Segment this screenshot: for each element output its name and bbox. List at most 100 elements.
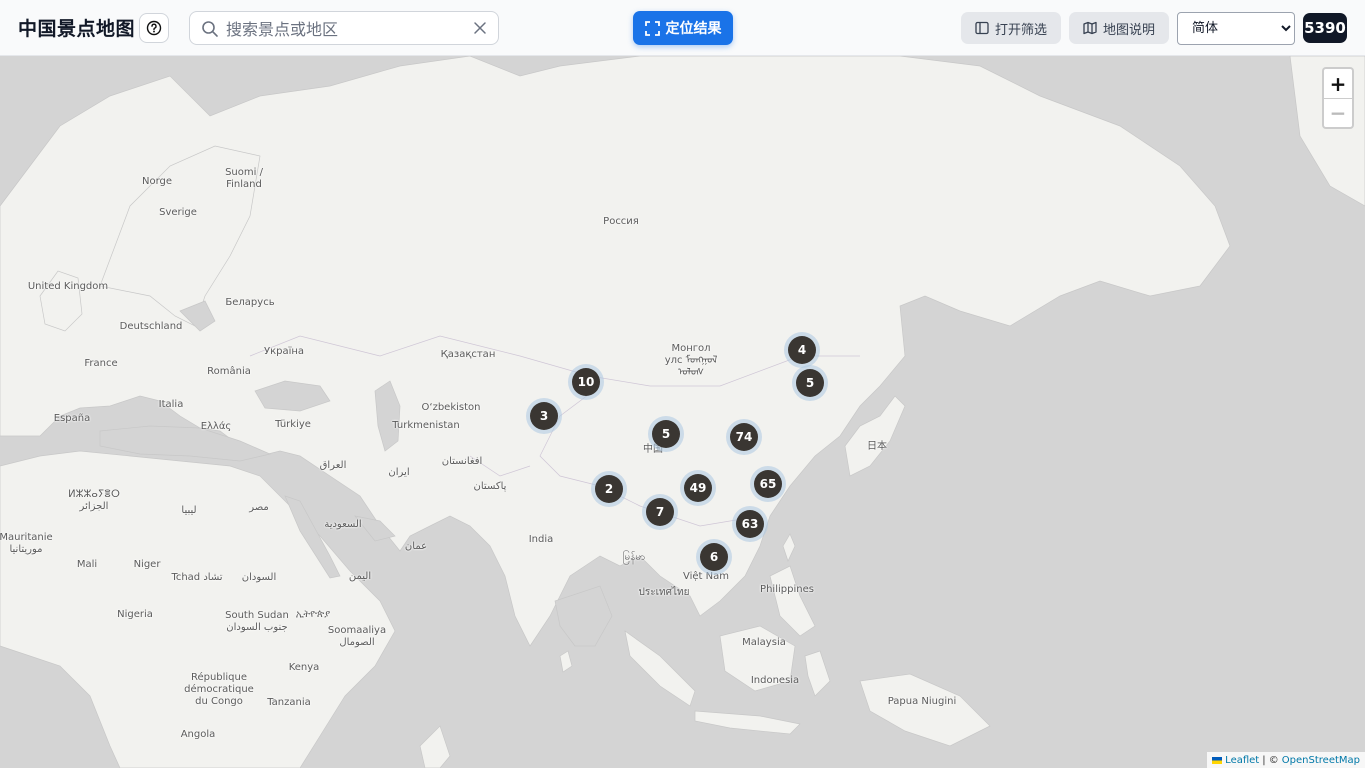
- place-label-ukraine: Україна: [263, 346, 305, 357]
- place-label-mauritanie: Mauritanie موريتانيا: [0, 532, 53, 555]
- place-label-turkmenistan: Turkmenistan: [392, 420, 460, 431]
- place-label-algeria: ⵍⵣⵣⴰⵢⴻⵔ الجزائر: [68, 489, 120, 512]
- place-label-ethiopia: ኢትዮጵያ: [295, 609, 331, 620]
- marker-cluster[interactable]: 5: [648, 416, 684, 452]
- map-icon: [1083, 21, 1097, 35]
- place-label-tchad: Tchad تشاد: [171, 572, 223, 583]
- app-title: 中国景点地图: [18, 18, 136, 40]
- leaflet-link[interactable]: Leaflet: [1225, 755, 1259, 766]
- place-label-deutschland: Deutschland: [119, 321, 183, 332]
- place-label-sverige: Sverige: [159, 207, 197, 218]
- zoom-in-button[interactable]: +: [1324, 69, 1352, 98]
- zoom-control: + −: [1322, 67, 1354, 129]
- cluster-count: 4: [788, 336, 816, 364]
- top-bar: 中国景点地图 定位结果 打开筛选: [0, 0, 1365, 56]
- cluster-count: 63: [736, 510, 764, 538]
- open-filter-button[interactable]: 打开筛选: [961, 12, 1061, 44]
- cluster-count: 10: [572, 368, 600, 396]
- map-view[interactable]: Norge Suomi / Finland Sverige Россия Uni…: [0, 56, 1365, 768]
- place-label-espana: España: [53, 413, 91, 424]
- cluster-count: 2: [595, 475, 623, 503]
- ukraine-flag-icon: [1212, 756, 1223, 764]
- place-label-uk: United Kingdom: [27, 281, 109, 292]
- place-label-kenya: Kenya: [288, 662, 320, 673]
- cluster-count: 49: [684, 474, 712, 502]
- map-attribution: Leaflet | © OpenStreetMap: [1207, 752, 1365, 768]
- place-label-oman: عمان: [404, 541, 428, 552]
- search-input[interactable]: [226, 17, 466, 41]
- marker-cluster[interactable]: 63: [732, 506, 768, 542]
- place-label-italia: Italia: [158, 399, 184, 410]
- place-label-yemen: اليمن: [348, 571, 372, 582]
- cluster-count: 74: [730, 423, 758, 451]
- attribution-separator: | ©: [1262, 754, 1279, 766]
- place-label-somalia: Soomaaliya الصومال: [327, 625, 387, 648]
- place-label-iraq: العراق: [319, 460, 347, 471]
- place-label-philippines: Philippines: [760, 584, 814, 595]
- question-circle-icon: [146, 20, 162, 36]
- map-base-layer: [0, 56, 1365, 768]
- cluster-count: 6: [700, 543, 728, 571]
- place-label-indonesia: Indonesia: [750, 675, 800, 686]
- cluster-count: 7: [646, 498, 674, 526]
- marker-cluster[interactable]: 49: [680, 470, 716, 506]
- place-label-iran: ایران: [388, 467, 410, 478]
- place-label-uzbekistan: O‘zbekiston: [421, 402, 481, 413]
- place-label-egypt: مصر: [249, 502, 269, 513]
- place-label-russia: Россия: [603, 216, 639, 227]
- place-label-suomi: Suomi / Finland: [225, 167, 263, 190]
- place-label-southsudan: South Sudan جنوب السودان: [225, 610, 289, 633]
- place-label-sudan: السودان: [241, 572, 277, 583]
- place-label-libya: ليبيا: [181, 505, 197, 516]
- place-label-afghanistan: افغانستان: [441, 456, 483, 467]
- place-label-pakistan: پاکستان: [473, 481, 507, 492]
- marker-cluster[interactable]: 4: [784, 332, 820, 368]
- locate-results-label: 定位结果: [665, 21, 722, 37]
- sidebar-panel-icon: [975, 21, 989, 35]
- place-label-france: France: [84, 358, 118, 369]
- place-label-png: Papua Niugini: [887, 696, 957, 707]
- cluster-count: 3: [530, 402, 558, 430]
- place-label-drc: République démocratique du Congo: [184, 672, 254, 707]
- marker-cluster[interactable]: 7: [642, 494, 678, 530]
- place-label-norge: Norge: [141, 176, 173, 187]
- help-button[interactable]: [139, 13, 169, 43]
- place-label-mongolia: Монгол улс ᠮᠣᠩᠭᠣᠯ ᠤᠯᠤᠰ: [664, 343, 718, 378]
- place-label-belarus: Беларусь: [225, 297, 275, 308]
- fit-bounds-icon: [644, 20, 660, 36]
- place-label-india: India: [528, 534, 554, 545]
- place-label-thailand: ประเทศไทย: [638, 587, 690, 598]
- place-label-angola: Angola: [180, 729, 216, 740]
- place-label-turkiye: Türkiye: [275, 419, 311, 430]
- marker-cluster[interactable]: 65: [750, 466, 786, 502]
- marker-cluster[interactable]: 10: [568, 364, 604, 400]
- place-label-myanmar: မြန်မာ: [622, 552, 646, 563]
- marker-cluster[interactable]: 6: [696, 539, 732, 575]
- marker-cluster[interactable]: 3: [526, 398, 562, 434]
- result-count-badge: 5390: [1303, 13, 1347, 43]
- place-label-hellas: Ελλάς: [200, 421, 232, 432]
- place-label-saudi: السعودية: [324, 519, 362, 530]
- marker-cluster[interactable]: 74: [726, 419, 762, 455]
- place-label-romania: România: [207, 366, 251, 377]
- cluster-count: 5: [796, 369, 824, 397]
- cluster-count: 65: [754, 470, 782, 498]
- marker-cluster[interactable]: 2: [591, 471, 627, 507]
- open-filter-label: 打开筛选: [994, 22, 1047, 38]
- place-label-nigeria: Nigeria: [117, 609, 153, 620]
- place-label-japan: 日本: [867, 441, 887, 452]
- place-label-malaysia: Malaysia: [742, 637, 786, 648]
- place-label-kazakhstan: Қазақстан: [440, 349, 496, 360]
- place-label-tanzania: Tanzania: [267, 697, 311, 708]
- search-icon: [202, 21, 218, 37]
- locate-results-button[interactable]: 定位结果: [633, 11, 733, 45]
- map-legend-button[interactable]: 地图说明: [1069, 12, 1169, 44]
- openstreetmap-link[interactable]: OpenStreetMap: [1282, 755, 1360, 766]
- language-select[interactable]: 简体: [1177, 12, 1295, 45]
- marker-cluster[interactable]: 5: [792, 365, 828, 401]
- close-icon[interactable]: [473, 21, 487, 35]
- zoom-out-button[interactable]: −: [1324, 98, 1352, 127]
- search-box: [189, 11, 499, 45]
- cluster-count: 5: [652, 420, 680, 448]
- place-label-niger: Niger: [133, 559, 161, 570]
